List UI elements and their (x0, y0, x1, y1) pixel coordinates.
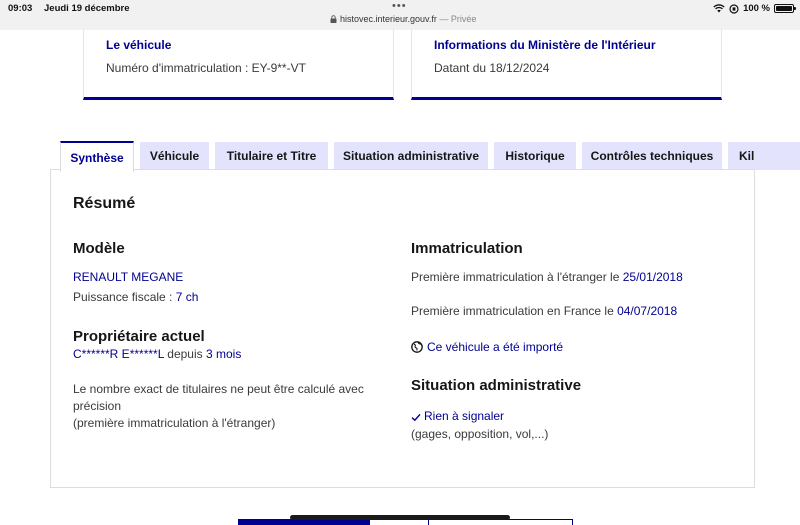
url-text: histovec.interieur.gouv.fr (340, 14, 437, 24)
tab-overview-dots[interactable]: ••• (392, 0, 407, 12)
owner-since-value: 3 mois (205, 347, 242, 361)
address-bar[interactable]: histovec.interieur.gouv.fr — Privée (330, 14, 476, 24)
first-registration-france-date: 04/07/2018 (617, 304, 678, 318)
admin-status-text: Rien à signaler (424, 409, 505, 423)
owner-count-note-2: précision (73, 399, 122, 413)
tab-titulaire-titre[interactable]: Titulaire et Titre (215, 142, 328, 170)
owner-name: C******R E******L (73, 347, 164, 361)
first-registration-abroad-date: 25/01/2018 (622, 270, 683, 284)
vehicle-card: Le véhicule Numéro d'immatriculation : E… (83, 30, 394, 100)
ministry-info-card: Informations du Ministère de l'Intérieur… (411, 30, 722, 100)
ministry-card-title: Informations du Ministère de l'Intérieur (434, 38, 656, 52)
owner-line: C******R E******L depuis 3 mois (73, 346, 241, 363)
vehicle-card-title: Le véhicule (106, 38, 172, 52)
orientation-lock-icon (729, 3, 739, 14)
imported-notice: Ce véhicule a été importé (411, 339, 563, 356)
admin-status-detail: (gages, opposition, vol,...) (411, 427, 549, 441)
data-date: Datant du 18/12/2024 (434, 61, 550, 75)
first-registration-france: Première immatriculation en France le 04… (411, 303, 677, 320)
browser-status-bar: 09:03 Jeudi 19 décembre ••• histovec.int… (0, 0, 800, 30)
tab-situation-administrative[interactable]: Situation administrative (334, 142, 488, 170)
tab-controles-techniques[interactable]: Contrôles techniques (582, 142, 722, 170)
first-registration-france-label: Première immatriculation en France le (411, 304, 618, 318)
model-heading: Modèle (73, 240, 125, 257)
fiscal-power-label: Puissance fiscale : (73, 290, 176, 304)
clock: 09:03 (8, 3, 33, 14)
imported-notice-text: Ce véhicule a été importé (427, 340, 564, 354)
home-indicator[interactable] (290, 515, 510, 520)
fiscal-power-value: 7 ch (175, 290, 199, 304)
summary-heading: Résumé (73, 195, 136, 212)
owner-count-note-3: (première immatriculation à l'étranger) (73, 416, 276, 430)
system-indicators: 100 % (713, 3, 796, 14)
date: Jeudi 19 décembre (44, 3, 130, 14)
lock-icon (330, 15, 337, 23)
first-registration-abroad-label: Première immatriculation à l'étranger le (411, 270, 623, 284)
battery-percent: 100 % (743, 3, 770, 14)
owner-since-label: depuis (163, 347, 206, 361)
check-icon (411, 413, 421, 422)
tab-historique[interactable]: Historique (494, 142, 576, 170)
registration-heading: Immatriculation (411, 240, 523, 257)
battery-icon (774, 4, 796, 13)
globe-icon (411, 341, 423, 353)
admin-situation-heading: Situation administrative (411, 377, 582, 394)
report-tabs: Synthèse Véhicule Titulaire et Titre Sit… (60, 141, 800, 172)
admin-status: Rien à signaler (411, 408, 504, 425)
tab-kilometrage[interactable]: Kil (728, 142, 800, 170)
fiscal-power: Puissance fiscale : 7 ch (73, 289, 198, 306)
wifi-icon (713, 4, 725, 13)
model-name: RENAULT MEGANE (73, 270, 184, 284)
private-label: — Privée (436, 14, 477, 24)
registration-number: Numéro d'immatriculation : EY-9**-VT (106, 61, 306, 75)
tab-vehicule[interactable]: Véhicule (140, 142, 209, 170)
tab-synthese[interactable]: Synthèse (60, 141, 134, 172)
current-owner-heading: Propriétaire actuel (73, 328, 205, 345)
owner-count-note-1: Le nombre exact de titulaires ne peut êt… (73, 382, 364, 396)
first-registration-abroad: Première immatriculation à l'étranger le… (411, 269, 683, 286)
